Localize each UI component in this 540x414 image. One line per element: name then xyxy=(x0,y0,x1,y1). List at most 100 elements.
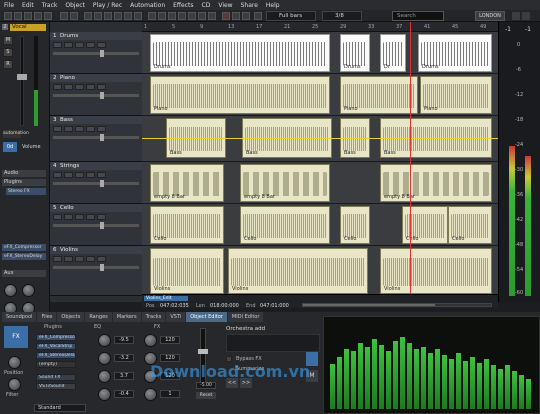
volume-slider[interactable] xyxy=(53,180,139,187)
menu-playrec[interactable]: Play / Rec xyxy=(93,2,122,9)
tab-ranges[interactable]: Ranges xyxy=(85,312,112,322)
menu-edit[interactable]: Edit xyxy=(22,2,34,9)
solo-button[interactable]: S xyxy=(3,48,13,57)
lane-strings[interactable]: empty 8 Bar empty 8 Bar empty 8 Bar xyxy=(142,162,498,204)
lock-button[interactable] xyxy=(75,172,84,178)
mute-button[interactable] xyxy=(53,172,62,178)
lock-button[interactable] xyxy=(75,42,84,48)
volume-fader-handle[interactable] xyxy=(17,74,27,80)
search-input[interactable]: Search xyxy=(392,11,444,21)
menu-share[interactable]: Share xyxy=(241,2,258,9)
fx-slot-compressor[interactable]: eFX_Compressor xyxy=(2,244,46,251)
undo-icon[interactable] xyxy=(60,12,68,20)
fx-slot[interactable]: eFX_Compressor xyxy=(36,334,76,341)
zoom-tool-icon[interactable] xyxy=(44,12,52,20)
fx-button[interactable]: FX xyxy=(4,326,28,348)
loop-icon[interactable] xyxy=(148,12,156,20)
track-header[interactable]: 6 Violins xyxy=(50,246,142,296)
grid-icon[interactable] xyxy=(114,12,122,20)
aux-knob-1[interactable] xyxy=(4,284,17,297)
volume-readout[interactable]: -5.00 xyxy=(196,382,216,389)
mute-button[interactable] xyxy=(53,214,62,220)
fx-button[interactable] xyxy=(97,42,106,48)
fx-knob-1[interactable] xyxy=(144,334,157,347)
lane-cello[interactable]: Cello Cello Cello Cello Cello xyxy=(142,204,498,246)
menu-view[interactable]: View xyxy=(218,2,232,9)
tab-object-editor[interactable]: Object Editor xyxy=(186,312,227,322)
minimize-icon[interactable] xyxy=(512,12,520,20)
track-name-field[interactable]: Vocal xyxy=(10,24,46,31)
track-header[interactable]: 5 Cello xyxy=(50,204,142,246)
midi-clip[interactable]: empty 8 Bar xyxy=(240,164,330,202)
audio-clip[interactable]: Drums xyxy=(418,34,492,72)
snap-icon[interactable] xyxy=(104,12,112,20)
record-mode-icon[interactable] xyxy=(158,12,166,20)
lock-button[interactable] xyxy=(75,84,84,90)
automation-label[interactable]: automation xyxy=(3,130,29,138)
lock-button[interactable] xyxy=(75,126,84,132)
solo-button[interactable] xyxy=(64,84,73,90)
pointer-tool-icon[interactable] xyxy=(4,12,12,20)
tab-soundpool[interactable]: Soundpool xyxy=(2,312,37,322)
record-button[interactable] xyxy=(86,214,95,220)
tab-tracks[interactable]: Tracks xyxy=(141,312,166,322)
eq-value[interactable]: -9.5 xyxy=(114,336,134,344)
fx-button[interactable] xyxy=(97,84,106,90)
menu-file[interactable]: File xyxy=(4,2,14,9)
audio-clip[interactable]: Violins xyxy=(150,248,224,294)
track-header[interactable]: 2 Piano xyxy=(50,74,142,116)
menu-automation[interactable]: Automation xyxy=(130,2,165,9)
track-name[interactable]: Bass xyxy=(60,117,73,123)
volume-slider[interactable] xyxy=(53,264,139,271)
record-arm-button[interactable]: R xyxy=(3,60,13,69)
track-header[interactable]: 1 Drums xyxy=(50,32,142,74)
solo-button[interactable] xyxy=(64,256,73,262)
fx-button[interactable] xyxy=(97,256,106,262)
crosshair-icon[interactable] xyxy=(254,12,262,20)
redo-icon[interactable] xyxy=(70,12,78,20)
track-header[interactable]: 4 Strings xyxy=(50,162,142,204)
track-name[interactable]: Piano xyxy=(60,75,75,81)
fx-slot[interactable]: eFX_StereoDelay xyxy=(36,352,76,359)
mute-button[interactable] xyxy=(53,256,62,262)
reset-button[interactable]: Reset xyxy=(196,392,216,399)
lock-button[interactable] xyxy=(75,256,84,262)
audio-clip[interactable]: Cello xyxy=(150,206,224,244)
midi-clip[interactable]: empty 8 Bar xyxy=(380,164,492,202)
volume-slider[interactable] xyxy=(53,134,139,141)
lock-button[interactable] xyxy=(75,214,84,220)
fx-button[interactable] xyxy=(97,126,106,132)
metronome-icon[interactable] xyxy=(168,12,176,20)
link-icon[interactable] xyxy=(94,12,102,20)
stop-icon[interactable] xyxy=(222,12,230,20)
len-value[interactable]: 018:00:000 xyxy=(210,303,239,309)
tab-markers[interactable]: Markers xyxy=(112,312,141,322)
lane-drums[interactable]: Drums Drums Dr Drums xyxy=(142,32,498,74)
pos-value[interactable]: 047:02:035 xyxy=(160,303,189,309)
audio-clip[interactable]: Piano xyxy=(340,76,418,114)
volume-slider[interactable] xyxy=(53,222,139,229)
audio-clip[interactable]: Cello xyxy=(402,206,448,244)
fx-button[interactable] xyxy=(97,172,106,178)
eq-value[interactable]: 3.7 xyxy=(114,372,134,380)
editor-icon[interactable] xyxy=(198,12,206,20)
eq-value[interactable]: -0.4 xyxy=(114,390,134,398)
marker-icon[interactable] xyxy=(134,12,142,20)
fx-value[interactable]: 120 xyxy=(160,354,180,362)
fx-knob-4[interactable] xyxy=(144,388,157,401)
close-icon[interactable] xyxy=(522,12,530,20)
menu-effects[interactable]: Effects xyxy=(173,2,193,9)
vsti-button[interactable]: VSTi/Sound xyxy=(36,383,76,390)
record-icon[interactable] xyxy=(242,12,250,20)
aux-knob-2[interactable] xyxy=(22,284,35,297)
eq-knob-1[interactable] xyxy=(98,334,111,347)
automation-curve[interactable] xyxy=(142,138,498,139)
fx-slot[interactable]: (empty) xyxy=(36,361,76,368)
tab-files[interactable]: Files xyxy=(37,312,57,322)
audio-clip[interactable]: Violins xyxy=(380,248,492,294)
menu-help[interactable]: Help xyxy=(266,2,280,9)
cut-tool-icon[interactable] xyxy=(24,12,32,20)
record-button[interactable] xyxy=(86,42,95,48)
record-button[interactable] xyxy=(86,126,95,132)
track-name[interactable]: Cello xyxy=(60,205,74,211)
